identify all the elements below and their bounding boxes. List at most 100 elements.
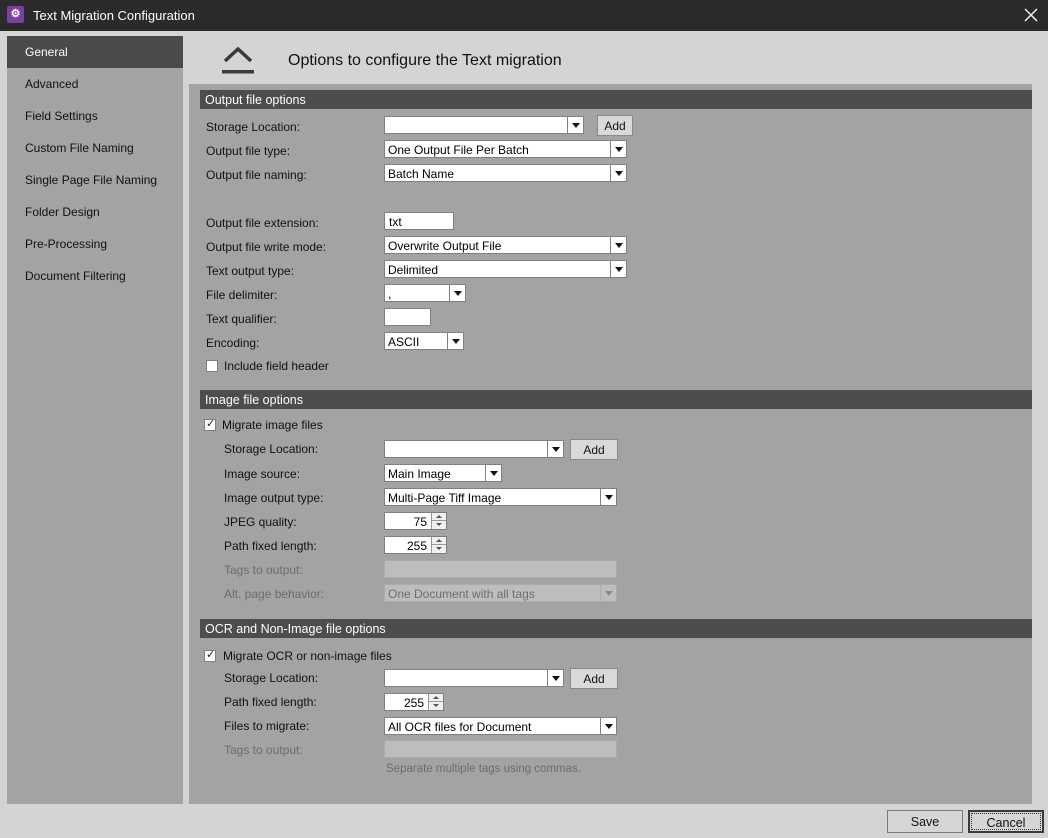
alt-page-behavior-select: One Document with all tags: [384, 584, 617, 602]
ocr-path-length-stepper[interactable]: 255: [384, 693, 444, 711]
output-storage-location-select[interactable]: [384, 116, 584, 134]
spin-up-icon[interactable]: [431, 537, 446, 545]
cancel-button[interactable]: Cancel: [968, 810, 1044, 833]
chevron-down-icon: [600, 585, 616, 601]
app-logo-icon: ⚙: [7, 6, 24, 23]
ocr-add-button[interactable]: Add: [570, 668, 618, 689]
spin-up-icon[interactable]: [431, 513, 446, 521]
text-output-type-select[interactable]: Delimited: [384, 260, 627, 278]
include-field-header-checkbox[interactable]: [206, 360, 218, 372]
section-title: OCR and Non-Image file options: [205, 622, 386, 636]
page-title: Options to configure the Text migration: [288, 52, 562, 69]
section-header-output: Output file options: [200, 90, 1032, 109]
image-tags-label: Tags to output:: [224, 563, 303, 577]
spin-down-icon[interactable]: [431, 545, 446, 553]
text-qualifier-label: Text qualifier:: [206, 312, 277, 326]
tags-hint-text: Separate multiple tags using commas.: [386, 763, 581, 775]
select-value: One Document with all tags: [388, 587, 535, 601]
chevron-down-icon[interactable]: [447, 333, 463, 349]
select-value: Main Image: [388, 467, 451, 481]
sidebar-item-general[interactable]: General: [7, 36, 183, 68]
title-bar: ⚙ Text Migration Configuration: [0, 0, 1048, 31]
encoding-label: Encoding:: [206, 336, 260, 350]
sidebar-item-pre-processing[interactable]: Pre-Processing: [7, 228, 183, 260]
migrate-ocr-checkbox[interactable]: [204, 648, 216, 662]
sidebar-item-custom-file-naming[interactable]: Custom File Naming: [7, 132, 183, 164]
output-file-naming-select[interactable]: Batch Name: [384, 164, 627, 182]
chevron-down-icon[interactable]: [449, 285, 465, 301]
sidebar-item-folder-design[interactable]: Folder Design: [7, 196, 183, 228]
ocr-storage-location-select[interactable]: [384, 669, 564, 687]
encoding-select[interactable]: ASCII: [384, 332, 464, 350]
options-panel: Output file options Storage Location: Ad…: [189, 84, 1032, 804]
output-file-extension-input[interactable]: txt: [384, 212, 454, 230]
file-delimiter-select[interactable]: ,: [384, 284, 466, 302]
chevron-down-icon[interactable]: [610, 261, 626, 277]
sidebar-item-label: Field Settings: [25, 109, 98, 123]
section-title: Image file options: [205, 393, 303, 407]
select-value: Multi-Page Tiff Image: [388, 491, 502, 505]
spin-down-icon[interactable]: [431, 521, 446, 529]
sidebar-item-label: General: [25, 45, 68, 59]
chevron-down-icon[interactable]: [600, 489, 616, 505]
chevron-down-icon[interactable]: [610, 237, 626, 253]
stepper-value: 75: [413, 515, 427, 529]
close-icon[interactable]: [1022, 6, 1040, 24]
output-write-mode-label: Output file write mode:: [206, 240, 327, 254]
output-file-type-label: Output file type:: [206, 144, 291, 158]
select-value: One Output File Per Batch: [388, 143, 529, 157]
chevron-down-icon[interactable]: [547, 441, 563, 457]
window-title: Text Migration Configuration: [33, 8, 195, 23]
image-path-length-stepper[interactable]: 255: [384, 536, 447, 554]
include-field-header-label: Include field header: [224, 359, 329, 373]
output-file-extension-label: Output file extension:: [206, 216, 319, 230]
jpeg-quality-stepper[interactable]: 75: [384, 512, 447, 530]
section-header-ocr: OCR and Non-Image file options: [200, 619, 1032, 638]
migrate-image-files-label: Migrate image files: [222, 418, 323, 432]
image-storage-location-select[interactable]: [384, 440, 564, 458]
alt-page-behavior-label: Alt. page behavior:: [224, 587, 325, 601]
spin-down-icon[interactable]: [428, 702, 443, 710]
chevron-down-icon[interactable]: [600, 718, 616, 734]
jpeg-quality-label: JPEG quality:: [224, 515, 297, 529]
ocr-storage-location-label: Storage Location:: [224, 671, 319, 685]
chevron-down-icon[interactable]: [610, 141, 626, 157]
text-qualifier-input[interactable]: [384, 308, 431, 326]
storage-location-label: Storage Location:: [206, 120, 301, 134]
section-title: Output file options: [205, 93, 306, 107]
sidebar-item-advanced[interactable]: Advanced: [7, 68, 183, 100]
save-button[interactable]: Save: [887, 810, 963, 833]
image-add-button[interactable]: Add: [570, 439, 618, 460]
chevron-down-icon[interactable]: [547, 670, 563, 686]
ocr-tags-input: [384, 740, 617, 758]
text-output-type-label: Text output type:: [206, 264, 295, 278]
output-file-type-select[interactable]: One Output File Per Batch: [384, 140, 627, 158]
sidebar-item-single-page-file-naming[interactable]: Single Page File Naming: [7, 164, 183, 196]
sidebar-item-label: Document Filtering: [25, 269, 126, 283]
stepper-value: 255: [403, 696, 424, 710]
image-source-label: Image source:: [224, 467, 301, 481]
output-write-mode-select[interactable]: Overwrite Output File: [384, 236, 627, 254]
chevron-down-icon[interactable]: [485, 465, 501, 481]
file-delimiter-label: File delimiter:: [206, 288, 278, 302]
migrate-image-files-checkbox[interactable]: [204, 417, 216, 431]
sidebar-item-label: Folder Design: [25, 205, 100, 219]
select-value: Overwrite Output File: [388, 239, 502, 253]
sidebar-item-document-filtering[interactable]: Document Filtering: [7, 260, 183, 292]
select-value: Batch Name: [388, 167, 455, 181]
chevron-down-icon[interactable]: [567, 117, 583, 133]
files-to-migrate-select[interactable]: All OCR files for Document: [384, 717, 617, 735]
stepper-value: 255: [406, 539, 427, 553]
image-source-select[interactable]: Main Image: [384, 464, 502, 482]
image-output-type-select[interactable]: Multi-Page Tiff Image: [384, 488, 617, 506]
sidebar-item-label: Custom File Naming: [25, 141, 134, 155]
output-add-button[interactable]: Add: [597, 115, 633, 136]
export-icon: [219, 44, 257, 76]
sidebar-item-label: Pre-Processing: [25, 237, 108, 251]
sidebar-item-field-settings[interactable]: Field Settings: [7, 100, 183, 132]
select-value: All OCR files for Document: [388, 720, 532, 734]
ocr-tags-label: Tags to output:: [224, 743, 303, 757]
chevron-down-icon[interactable]: [610, 165, 626, 181]
spin-up-icon[interactable]: [428, 694, 443, 702]
migrate-ocr-label: Migrate OCR or non-image files: [223, 649, 392, 663]
